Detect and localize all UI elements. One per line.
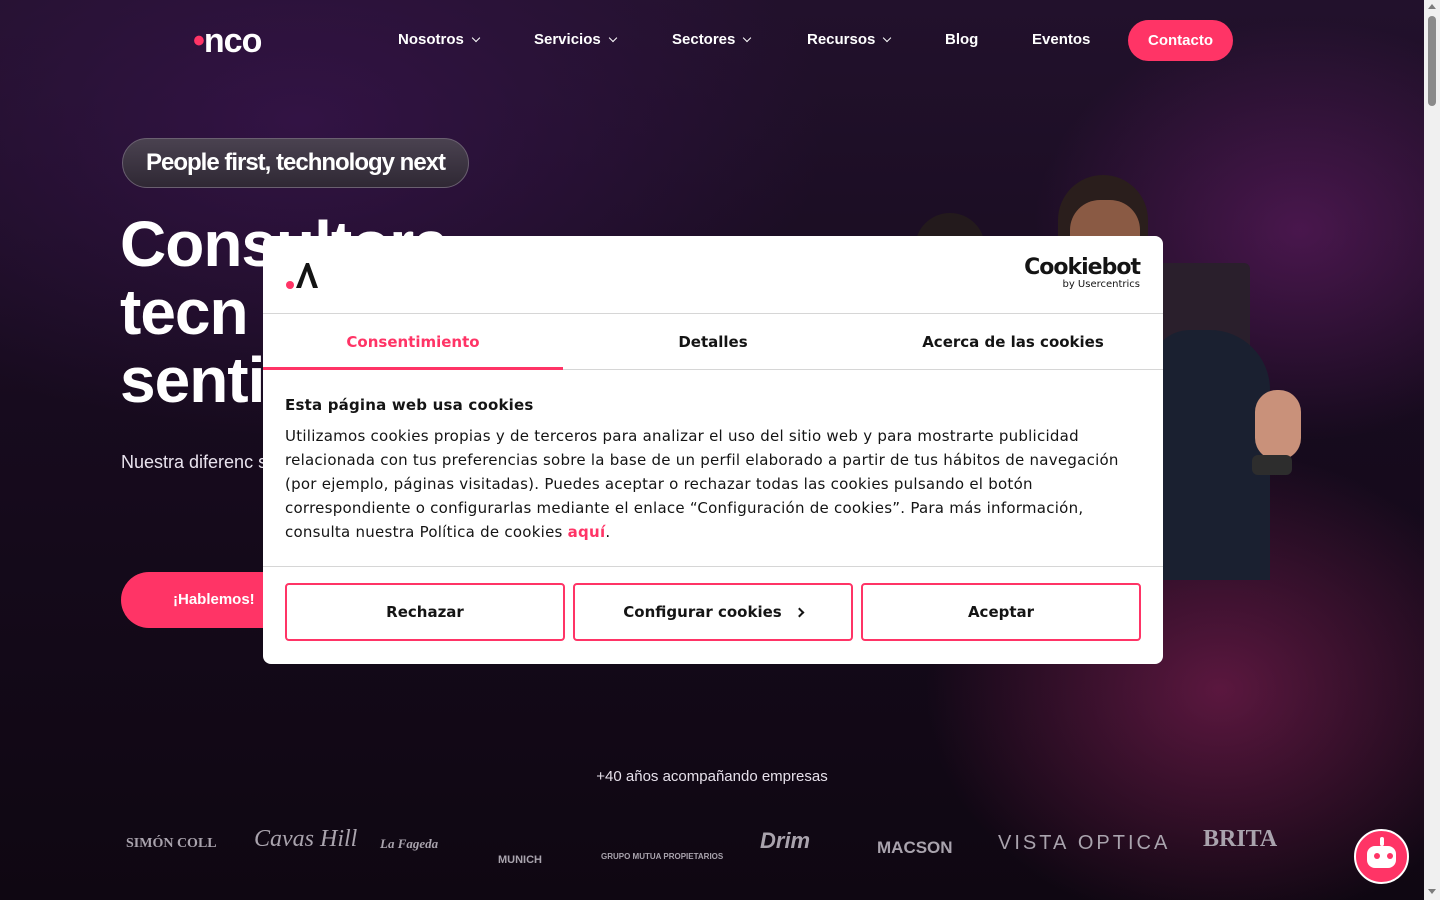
dialog-body: Esta página web usa cookies Utilizamos c… (263, 370, 1163, 567)
chatbot-button[interactable] (1354, 829, 1409, 884)
tab-detalles[interactable]: Detalles (563, 314, 863, 369)
chevron-right-icon (794, 607, 805, 617)
reject-label: Rechazar (386, 603, 464, 621)
anco-a-logo-icon (286, 263, 318, 289)
accept-button[interactable]: Aceptar (861, 583, 1141, 641)
tab-acerca-de-las-cookies[interactable]: Acerca de las cookies (863, 314, 1163, 369)
scrollbar-thumb[interactable] (1428, 16, 1436, 106)
dialog-heading: Esta página web usa cookies (285, 396, 534, 414)
robot-eye-icon (1374, 853, 1380, 859)
scroll-up-arrow-icon[interactable] (1428, 4, 1436, 9)
page-scrollbar[interactable] (1424, 0, 1440, 900)
dialog-description-end: . (605, 523, 611, 541)
dialog-description-text: Utilizamos cookies propias y de terceros… (285, 427, 1119, 541)
reject-button[interactable]: Rechazar (285, 583, 565, 641)
robot-eye-icon (1387, 853, 1393, 859)
accept-label: Aceptar (967, 603, 1035, 621)
cookiebot-wordmark: Cookiebot (1024, 255, 1141, 280)
cookie-policy-link[interactable]: aquí (568, 523, 606, 541)
dialog-tabs: Consentimiento Detalles Acerca de las co… (263, 314, 1163, 370)
configure-label: Configurar cookies (623, 603, 782, 621)
cookie-consent-dialog: Cookiebot by Usercentrics Consentimiento… (263, 236, 1163, 664)
dialog-button-row: Rechazar Configurar cookies Aceptar (285, 583, 1141, 641)
tab-consentimiento[interactable]: Consentimiento (263, 314, 563, 370)
cookiebot-byline: by Usercentrics (1062, 279, 1140, 290)
configure-cookies-button[interactable]: Configurar cookies (573, 583, 853, 641)
cookiebot-logo[interactable]: Cookiebot by Usercentrics (1024, 255, 1141, 290)
robot-antenna-icon (1380, 837, 1384, 846)
dialog-description: Utilizamos cookies propias y de terceros… (285, 424, 1141, 544)
scroll-down-arrow-icon[interactable] (1428, 889, 1436, 894)
dialog-header: Cookiebot by Usercentrics (263, 236, 1163, 314)
